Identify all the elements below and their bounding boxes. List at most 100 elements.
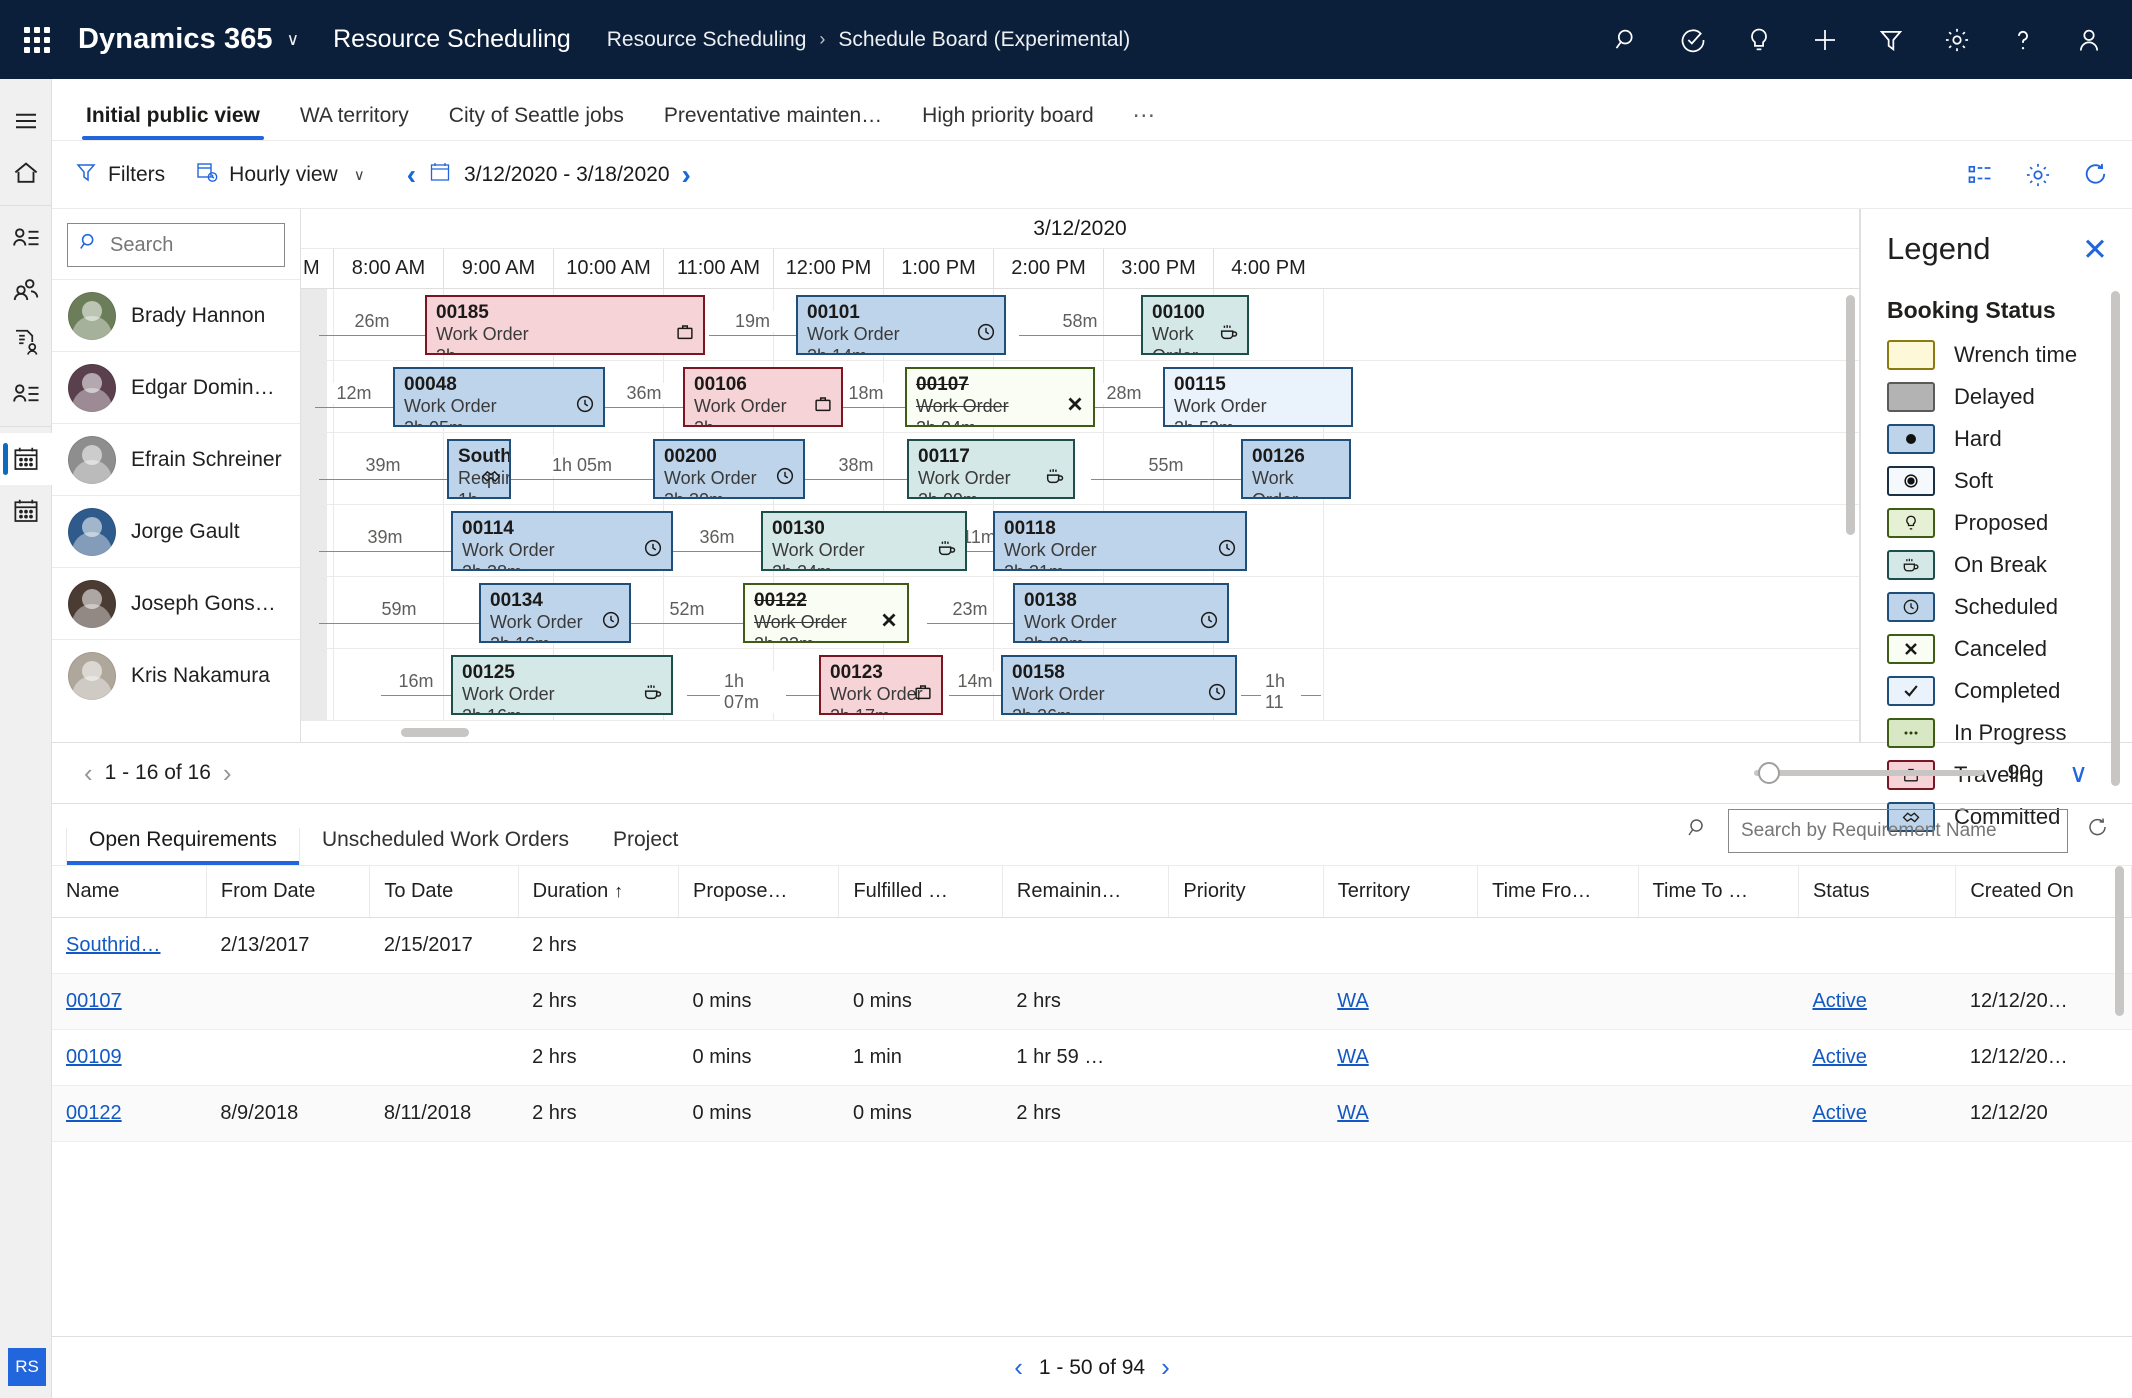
grid-scrollbar[interactable] <box>2115 866 2124 1016</box>
booking-card[interactable]: 00200Work Order2h 30m <box>653 439 805 499</box>
gear-icon[interactable] <box>1940 23 1974 57</box>
table-cell-name[interactable]: 00109 <box>52 1029 207 1086</box>
table-cell-status[interactable]: Active <box>1798 1085 1956 1142</box>
table-row[interactable]: Southrid… 2/13/2017 2/15/2017 2 hrs <box>52 917 2132 974</box>
table-cell-status[interactable]: Active <box>1798 973 1956 1030</box>
cell-link[interactable]: Active <box>1812 1046 1866 1068</box>
booking-card[interactable]: 00048Work Order2h 05m <box>393 367 605 427</box>
table-cell-name[interactable]: Southrid… <box>52 917 207 974</box>
booking-card[interactable]: 00117Work Order2h 09m <box>907 439 1075 499</box>
search-icon[interactable] <box>1686 816 1710 846</box>
table-cell-territory[interactable]: WA <box>1323 1029 1478 1086</box>
assistant-icon[interactable] <box>1676 23 1710 57</box>
home-icon[interactable] <box>0 147 52 199</box>
people-icon[interactable] <box>0 264 52 316</box>
booking-card[interactable]: 00126Work Order2h 30m <box>1241 439 1351 499</box>
list-item[interactable]: Jorge Gault <box>52 495 300 567</box>
tab-city-of-seattle-jobs[interactable]: City of Seattle jobs <box>429 104 644 140</box>
help-icon[interactable] <box>2006 23 2040 57</box>
booking-card[interactable]: 00122Work Order2h 23m <box>743 583 909 643</box>
list-item[interactable]: Efrain Schreiner <box>52 423 300 495</box>
tab-project[interactable]: Project <box>591 828 700 865</box>
app-launcher-icon[interactable] <box>18 21 56 59</box>
tabs-overflow-button[interactable]: … <box>1114 96 1176 140</box>
legend-scrollbar[interactable] <box>2111 291 2120 786</box>
user-icon[interactable] <box>2072 23 2106 57</box>
tab-wa-territory[interactable]: WA territory <box>280 104 429 140</box>
chevron-down-icon[interactable]: ∨ <box>287 30 299 50</box>
column-header[interactable]: Created On <box>1955 866 2132 918</box>
zoom-slider-knob[interactable] <box>1757 762 1780 784</box>
booking-card[interactable]: 00185Work Order3h <box>425 295 705 355</box>
cell-link[interactable]: WA <box>1337 990 1368 1012</box>
tab-initial-public-view[interactable]: Initial public view <box>66 104 280 140</box>
resource-list2-icon[interactable] <box>0 368 52 420</box>
table-cell-territory[interactable]: WA <box>1323 973 1478 1030</box>
requirement-search-input[interactable] <box>1728 809 2068 853</box>
booking-card[interactable]: 00123Work Order2h 17m <box>819 655 943 715</box>
booking-card[interactable]: SouthriRequiremen1h 15m <box>447 439 511 499</box>
refresh-icon[interactable] <box>2082 161 2110 189</box>
table-row[interactable]: 00109 2 hrs 0 mins 1 min 1 hr 59 … WA Active 12… <box>52 1029 2132 1086</box>
list-item[interactable]: Edgar Dominquez <box>52 351 300 423</box>
table-row[interactable]: 00122 8/9/2018 8/11/2018 2 hrs 0 mins 0 mins 2… <box>52 1085 2132 1142</box>
table-cell-name[interactable]: 00107 <box>52 973 207 1030</box>
cell-link[interactable]: 00122 <box>66 1102 122 1124</box>
table-cell-name[interactable]: 00122 <box>52 1085 207 1142</box>
booking-card[interactable]: 00100Work Order2h <box>1141 295 1249 355</box>
lightbulb-icon[interactable] <box>1742 23 1776 57</box>
table-cell-territory[interactable]: WA <box>1323 1085 1478 1142</box>
booking-card[interactable]: 00107Work Order2h 04m <box>905 367 1095 427</box>
calendar-active-icon[interactable] <box>0 433 52 485</box>
view-selector[interactable]: Hourly view ∨ <box>195 160 365 190</box>
booking-card[interactable]: 00130Work Order2h 24m <box>761 511 967 571</box>
column-header[interactable]: Remainin… <box>1002 866 1170 918</box>
column-header[interactable]: Propose… <box>678 866 840 918</box>
column-header[interactable]: Time Fro… <box>1477 866 1639 918</box>
cell-link[interactable]: 00107 <box>66 990 122 1012</box>
pager-next-button[interactable]: › <box>211 758 244 789</box>
booking-card[interactable]: 00118Work Order2h 31m <box>993 511 1247 571</box>
next-period-button[interactable]: › <box>670 159 703 191</box>
column-header[interactable]: To Date <box>369 866 519 918</box>
breadcrumb-parent[interactable]: Resource Scheduling <box>607 28 807 52</box>
tab-open-requirements[interactable]: Open Requirements <box>66 828 300 865</box>
column-header[interactable]: Status <box>1798 866 1957 918</box>
table-cell-status[interactable]: Active <box>1798 1029 1956 1086</box>
list-item[interactable]: Brady Hannon <box>52 279 300 351</box>
zoom-slider[interactable] <box>1753 762 1984 784</box>
calendar-icon[interactable] <box>0 485 52 537</box>
cell-link[interactable]: Active <box>1812 990 1866 1012</box>
cell-link[interactable]: WA <box>1337 1046 1368 1068</box>
date-range[interactable]: 3/12/2020 - 3/18/2020 <box>428 160 670 190</box>
hamburger-icon[interactable] <box>0 95 52 147</box>
filter-icon[interactable] <box>1874 23 1908 57</box>
cell-link[interactable]: Southrid… <box>66 934 161 956</box>
search-field[interactable] <box>110 233 274 257</box>
booking-card[interactable]: 00114Work Order2h 38m <box>451 511 673 571</box>
column-header[interactable]: Territory <box>1323 866 1479 918</box>
tab-unscheduled-work-orders[interactable]: Unscheduled Work Orders <box>300 828 591 865</box>
booking-card[interactable]: 00115Work Order2h 52m <box>1163 367 1353 427</box>
column-header[interactable]: Name <box>52 866 207 918</box>
list-item[interactable]: Joseph Gonsalves <box>52 567 300 639</box>
column-header[interactable]: Priority <box>1168 866 1324 918</box>
prev-period-button[interactable]: ‹ <box>395 159 428 191</box>
tab-preventative-maintenance[interactable]: Preventative mainten… <box>644 104 902 140</box>
pager-prev-button[interactable]: ‹ <box>72 758 105 789</box>
column-header[interactable]: Time To … <box>1638 866 1799 918</box>
refresh-icon[interactable] <box>2086 816 2110 846</box>
column-header[interactable]: Duration ↑ <box>518 866 680 918</box>
document-person-icon[interactable] <box>0 316 52 368</box>
filters-button[interactable]: Filters <box>74 160 165 190</box>
booking-card[interactable]: 00125Work Order2h 16m <box>451 655 673 715</box>
board-vertical-scrollbar[interactable] <box>1846 295 1855 535</box>
booking-card[interactable]: 00101Work Order2h 14m <box>796 295 1006 355</box>
grid-prev-button[interactable]: ‹ <box>1014 1352 1023 1383</box>
booking-card[interactable]: 00106Work Order2h <box>683 367 843 427</box>
search-icon[interactable] <box>1610 23 1644 57</box>
cell-link[interactable]: WA <box>1337 1102 1368 1124</box>
cell-link[interactable]: Active <box>1812 1102 1866 1124</box>
close-icon[interactable]: ✕ <box>2082 234 2108 265</box>
column-header[interactable]: From Date <box>206 866 371 918</box>
